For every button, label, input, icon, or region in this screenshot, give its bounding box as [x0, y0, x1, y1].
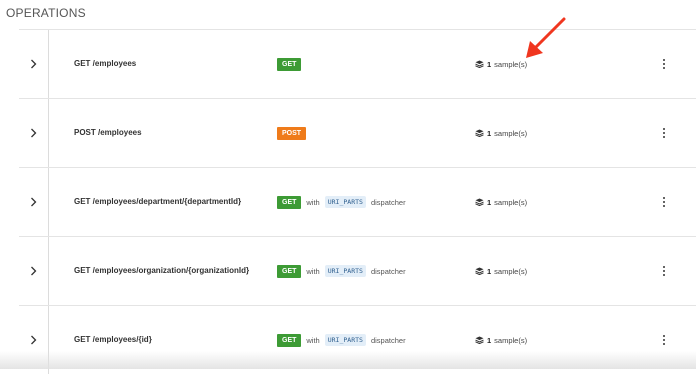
samples-count: 1 [487, 59, 492, 69]
bottom-shadow [0, 351, 696, 369]
operation-menu-button[interactable] [657, 168, 671, 236]
kebab-menu-icon [662, 334, 666, 346]
chevron-right-icon [31, 128, 37, 138]
dispatcher-suffix: dispatcher [370, 197, 406, 207]
stack-icon [475, 267, 484, 275]
operation-row[interactable]: GET /employees/department/{departmentId}… [19, 167, 696, 236]
samples-label: sample(s) [494, 128, 528, 138]
dispatcher-code: URI_PARTS [324, 265, 366, 277]
chevron-right-icon [31, 335, 37, 345]
samples-count: 1 [487, 197, 492, 207]
operation-menu-button[interactable] [657, 237, 671, 305]
kebab-menu-icon [662, 58, 666, 70]
method-cell: GET with URI_PARTS dispatcher [277, 168, 406, 236]
operation-name: GET /employees/department/{departmentId} [74, 197, 242, 206]
method-cell: GET [277, 30, 302, 98]
method-badge: GET [277, 57, 302, 71]
samples-count: 1 [487, 266, 492, 276]
operation-row[interactable]: POST /employees POST 1 sample(s) [19, 98, 696, 167]
expand-operation-button[interactable] [19, 237, 49, 305]
kebab-menu-icon [662, 196, 666, 208]
chevron-right-icon [31, 59, 37, 69]
dispatcher-prefix: with [306, 197, 320, 207]
expand-operation-button[interactable] [19, 30, 49, 98]
stack-icon [475, 60, 484, 68]
method-cell: POST [277, 99, 307, 167]
samples-label: sample(s) [494, 266, 528, 276]
operation-row[interactable]: GET /employees/organization/{organizatio… [19, 236, 696, 305]
operation-row[interactable]: GET /employees GET 1 sample(s) [19, 29, 696, 98]
expand-operation-button[interactable] [19, 99, 49, 167]
dispatcher-suffix: dispatcher [370, 266, 406, 276]
method-badge: GET [277, 264, 302, 278]
samples-count: 1 [487, 335, 492, 345]
operation-name: GET /employees [74, 59, 137, 68]
samples-info: 1 sample(s) [475, 237, 527, 305]
chevron-right-icon [31, 266, 37, 276]
stack-icon [475, 129, 484, 137]
samples-count: 1 [487, 128, 492, 138]
operation-name: POST /employees [74, 128, 142, 137]
method-cell: GET with URI_PARTS dispatcher [277, 237, 406, 305]
samples-info: 1 sample(s) [475, 99, 527, 167]
operations-list: GET /employees GET 1 sample(s) POST /emp… [19, 29, 696, 374]
annotation-arrow-icon [526, 17, 566, 58]
operation-name: GET /employees/organization/{organizatio… [74, 266, 250, 275]
operation-menu-button[interactable] [657, 99, 671, 167]
samples-info: 1 sample(s) [475, 168, 527, 236]
kebab-menu-icon [662, 127, 666, 139]
dispatcher-suffix: dispatcher [370, 335, 406, 345]
kebab-menu-icon [662, 265, 666, 277]
samples-label: sample(s) [494, 335, 528, 345]
method-badge: GET [277, 195, 302, 209]
dispatcher-prefix: with [306, 266, 320, 276]
section-title: OPERATIONS [6, 6, 86, 20]
operation-menu-button[interactable] [657, 30, 671, 98]
dispatcher-code: URI_PARTS [324, 334, 366, 346]
dispatcher-prefix: with [306, 335, 320, 345]
expand-operation-button[interactable] [19, 168, 49, 236]
method-badge: GET [277, 333, 302, 347]
chevron-right-icon [31, 197, 37, 207]
method-badge: POST [277, 126, 307, 140]
samples-label: sample(s) [494, 197, 528, 207]
dispatcher-code: URI_PARTS [324, 196, 366, 208]
stack-icon [475, 336, 484, 344]
stack-icon [475, 198, 484, 206]
